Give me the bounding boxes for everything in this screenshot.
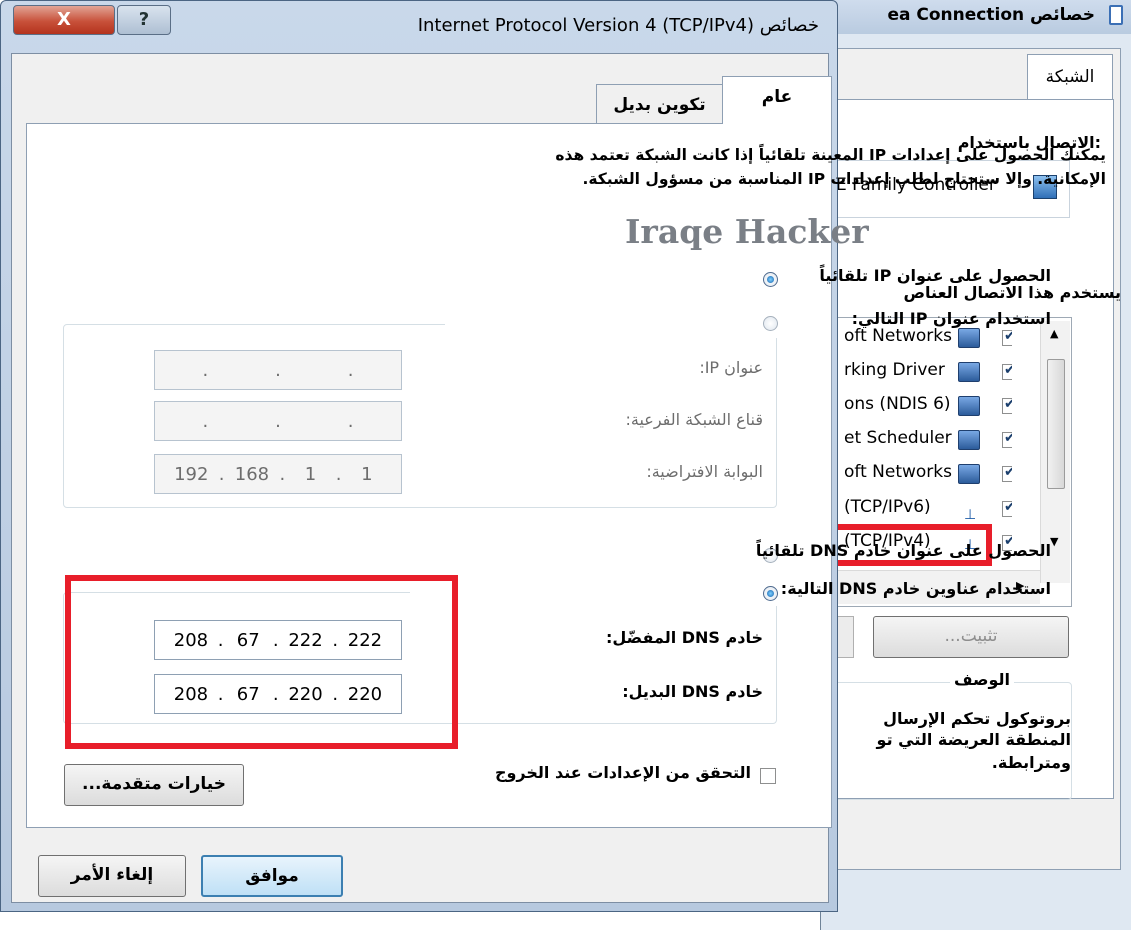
list-item[interactable]: oft Networks: [832, 458, 1012, 494]
list-item-label: rking Driver: [844, 360, 945, 380]
scroll-down-icon[interactable]: ▼: [1050, 535, 1058, 548]
network-client-icon: [958, 328, 980, 348]
octet: 192: [174, 463, 209, 485]
description-line: المنطقة العريضة التي تو: [876, 730, 1071, 749]
help-button[interactable]: ?: [117, 5, 171, 35]
list-item-label: et Scheduler: [844, 428, 952, 448]
network-service-icon: [958, 362, 980, 382]
list-item-label: oft Networks: [844, 326, 952, 346]
close-button[interactable]: X: [13, 5, 115, 35]
items-label: يستخدم هذا الاتصال العناص: [903, 283, 1122, 302]
install-button[interactable]: تثبيت...: [873, 616, 1069, 658]
octet: 168: [234, 463, 270, 485]
scroll-up-icon[interactable]: ▲: [1050, 327, 1058, 340]
description-line: بروتوكول تحكم الإرسال: [883, 709, 1071, 728]
adapter-box: E Family Controller: [832, 160, 1070, 218]
cancel-button[interactable]: إلغاء الأمر: [38, 855, 186, 897]
bg-title-bar: خصائص ea Connection: [821, 0, 1131, 34]
item-checkbox[interactable]: [1002, 499, 1012, 517]
default-gateway-label: البوابة الافتراضية:: [646, 462, 763, 481]
validate-on-exit-label[interactable]: التحقق من الإعدادات عند الخروج: [495, 763, 751, 782]
ip-address-field[interactable]: ...: [154, 350, 402, 390]
ip-auto-label[interactable]: الحصول على عنوان IP تلقائياً: [819, 266, 1051, 285]
preferred-dns-label: خادم DNS المفضّل:: [606, 628, 763, 647]
item-checkbox[interactable]: [1002, 464, 1012, 482]
group-header-bg: [410, 580, 781, 606]
network-service-icon: [958, 464, 980, 484]
ip-manual-label[interactable]: استخدام عنوان IP التالي:: [852, 309, 1051, 328]
item-checkbox[interactable]: [1002, 328, 1012, 346]
dialog-title: خصائص Internet Protocol Version 4 (TCP/I…: [417, 15, 819, 36]
item-checkbox[interactable]: [1002, 430, 1012, 448]
bg-window-title: خصائص ea Connection: [887, 5, 1095, 25]
validate-on-exit-checkbox[interactable]: [760, 768, 776, 784]
subnet-mask-field[interactable]: ...: [154, 401, 402, 441]
default-gateway-field[interactable]: 192. 168. 1. 1: [154, 454, 402, 494]
list-item-label: ons (NDIS 6): [844, 394, 951, 414]
ip-manual-radio[interactable]: [763, 316, 778, 331]
watermark-text: Iraqe Hacker: [625, 212, 869, 251]
item-checkbox[interactable]: [1002, 396, 1012, 414]
group-header-bg: [445, 312, 781, 338]
description-label: الوصف: [949, 670, 1014, 689]
octet: 1: [361, 463, 373, 485]
ip-address-label: عنوان IP:: [699, 358, 763, 377]
octet: 1: [304, 463, 317, 485]
list-item[interactable]: ons (NDIS 6): [832, 390, 1012, 426]
ok-button[interactable]: موافق: [201, 855, 343, 897]
network-service-icon: [958, 430, 980, 450]
list-item-label: (TCP/IPv6): [844, 497, 931, 517]
alternate-dns-label: خادم DNS البديل:: [622, 682, 763, 701]
protocol-icon: ⊥: [964, 507, 977, 523]
description-line: ومترابطة.: [991, 753, 1071, 772]
network-service-icon: [958, 396, 980, 416]
list-item-label: oft Networks: [844, 462, 952, 482]
network-app-icon: [1109, 5, 1123, 25]
intro-text-line1: يمكنك الحصول على إعدادات IP المعينة تلقا…: [555, 146, 1106, 164]
dns-manual-label[interactable]: استخدام عناوين خادم DNS التالية:: [781, 579, 1051, 598]
tab-networking[interactable]: الشبكة: [1027, 54, 1113, 100]
intro-text-line2: الإمكانية. وإلا ستحتاج لطلب إعدادات IP ا…: [582, 170, 1106, 188]
list-item[interactable]: rking Driver: [832, 356, 1012, 392]
tab-general[interactable]: عام: [722, 76, 832, 124]
dns-auto-label[interactable]: الحصول على عنوان خادم DNS تلقائياً: [756, 541, 1051, 560]
item-checkbox[interactable]: [1002, 362, 1012, 380]
tab-alternate-configuration[interactable]: تكوين بديل: [596, 84, 723, 124]
subnet-mask-label: قناع الشبكة الفرعية:: [625, 410, 764, 429]
dns-manual-radio[interactable]: [763, 586, 778, 601]
ip-auto-radio[interactable]: [763, 272, 778, 287]
advanced-button[interactable]: خيارات متقدمة...: [64, 764, 244, 806]
highlight-dns-section: [65, 575, 458, 749]
scrollbar-thumb[interactable]: [1047, 359, 1065, 489]
list-item[interactable]: et Scheduler: [832, 424, 1012, 460]
